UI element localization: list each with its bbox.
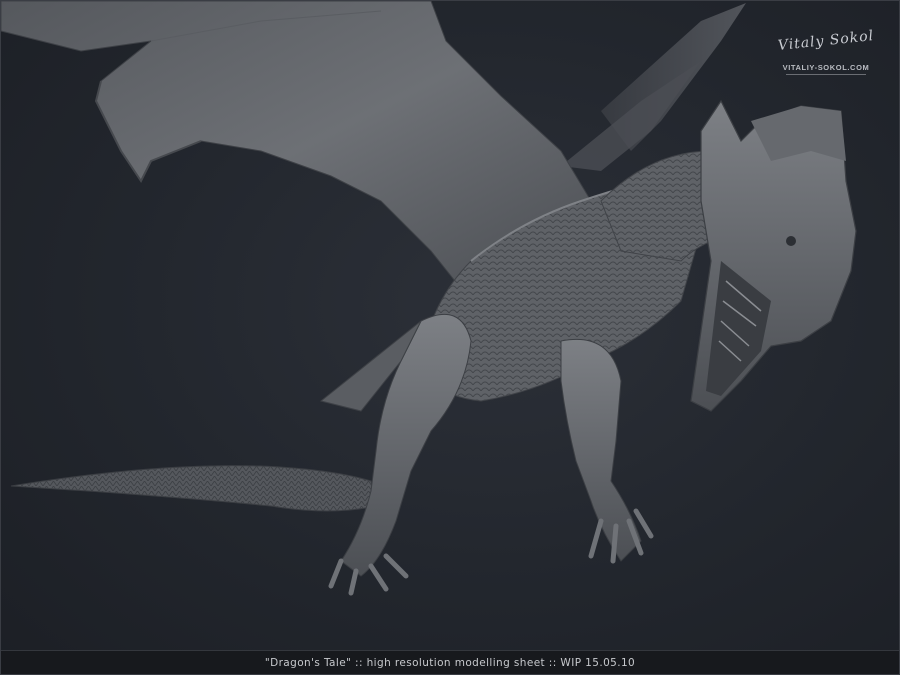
image-caption: "Dragon's Tale" :: high resolution model… xyxy=(264,656,636,669)
dragon-sculpt-render xyxy=(1,1,857,596)
front-leg xyxy=(340,313,472,577)
image-frame: Vitaly Sokol VITALIY-SOKOL.COM "Dragon's… xyxy=(0,0,900,675)
artist-watermark: Vitaly Sokol VITALIY-SOKOL.COM xyxy=(771,23,881,91)
artist-website: VITALIY-SOKOL.COM xyxy=(782,63,870,72)
caption-bar: "Dragon's Tale" :: high resolution model… xyxy=(1,650,899,674)
watermark-rule xyxy=(786,74,866,75)
artist-signature: Vitaly Sokol xyxy=(777,27,875,55)
tail xyxy=(10,465,377,512)
